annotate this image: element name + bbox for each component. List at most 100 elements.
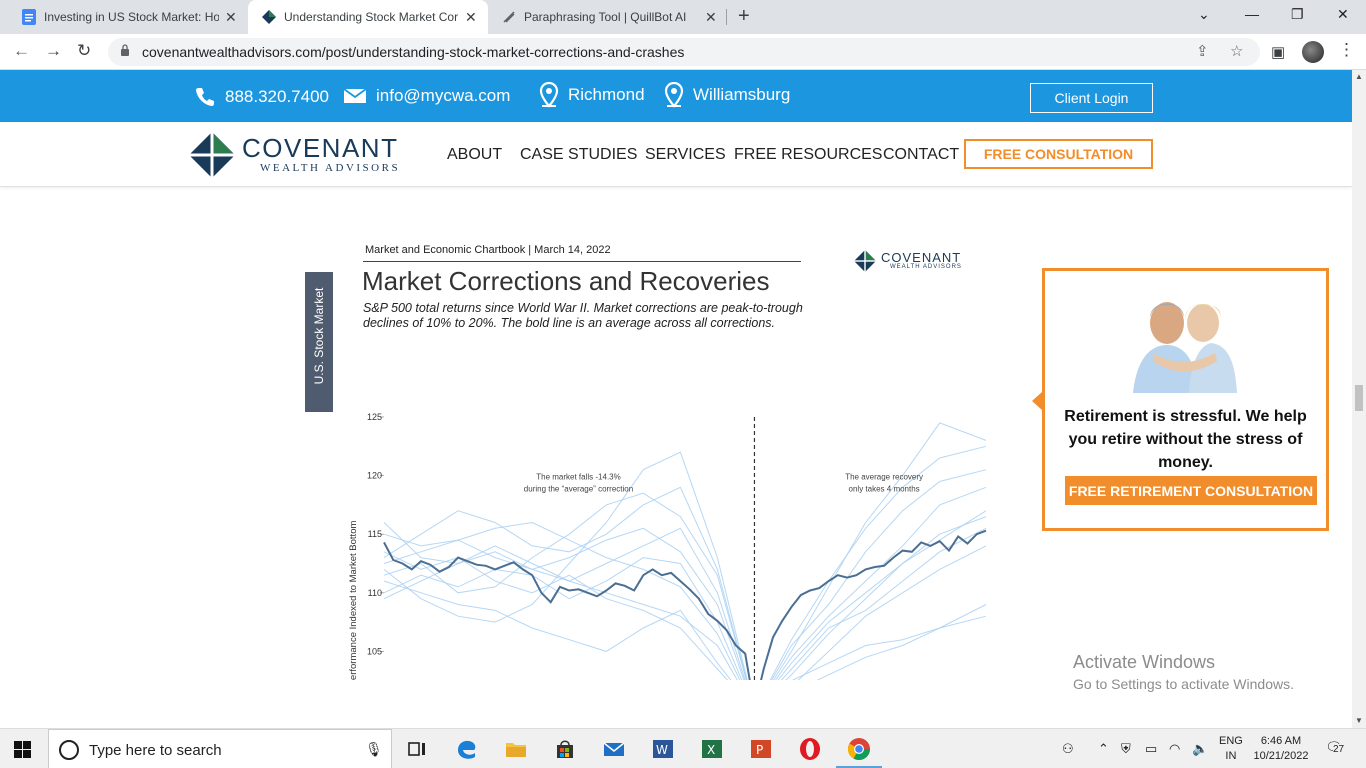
scroll-down-icon[interactable]: ▼ bbox=[1355, 716, 1363, 725]
chart-annotation: The market falls -14.3% bbox=[536, 473, 620, 482]
taskbar-search[interactable]: Type here to search 🎙 bbox=[48, 729, 392, 768]
retirement-promo-card: Retirement is stressful. We help you ret… bbox=[1042, 268, 1329, 531]
tab-search-icon[interactable]: ⌄ bbox=[1198, 6, 1210, 23]
map-pin-icon bbox=[664, 82, 684, 108]
menu-kebab-icon[interactable]: ⋮ bbox=[1338, 40, 1355, 60]
system-clock[interactable]: 6:46 AM 10/21/2022 bbox=[1250, 734, 1312, 764]
close-icon[interactable]: ✕ bbox=[225, 9, 237, 26]
correction-series-line bbox=[383, 527, 987, 680]
tab-covenant[interactable]: Understanding Stock Market Cor ✕ bbox=[248, 0, 488, 34]
windows-start-icon[interactable] bbox=[14, 741, 31, 758]
forward-icon[interactable]: → bbox=[45, 41, 62, 61]
bookmark-star-icon[interactable]: ☆ bbox=[1230, 42, 1243, 60]
minimize-icon[interactable]: — bbox=[1245, 6, 1259, 22]
tab-title: Paraphrasing Tool | QuillBot AI bbox=[524, 10, 687, 24]
store-icon[interactable] bbox=[552, 736, 578, 762]
watermark-title: Activate Windows bbox=[1073, 652, 1216, 672]
screen: Investing in US Stock Market: Ho ✕ Under… bbox=[0, 0, 1366, 768]
logo-name: COVENANT bbox=[242, 133, 399, 163]
map-pin-icon bbox=[539, 82, 559, 108]
correction-series-line bbox=[383, 469, 987, 680]
email-address: info@mycwa.com bbox=[376, 86, 511, 105]
watermark-subtitle: Go to Settings to activate Windows. bbox=[1073, 676, 1294, 692]
svg-text:P: P bbox=[756, 743, 763, 757]
opera-icon[interactable] bbox=[797, 736, 823, 762]
activate-windows-watermark: Activate Windows Go to Settings to activ… bbox=[1073, 652, 1294, 692]
nav-case-studies[interactable]: CASE STUDIES bbox=[520, 146, 637, 164]
tray-chevron-icon[interactable]: ⌃ bbox=[1098, 741, 1109, 757]
close-icon[interactable]: ✕ bbox=[465, 9, 477, 26]
new-tab-icon[interactable]: + bbox=[738, 5, 750, 28]
phone-link[interactable]: 888.320.7400 bbox=[194, 86, 329, 108]
tab-separator bbox=[726, 9, 727, 25]
phone-number: 888.320.7400 bbox=[225, 87, 329, 106]
nav-about[interactable]: ABOUT bbox=[447, 146, 502, 164]
security-icon[interactable]: ⛨ bbox=[1121, 741, 1131, 757]
y-tick-label: 120 bbox=[367, 471, 382, 481]
chrome-icon[interactable] bbox=[846, 736, 872, 762]
volume-icon[interactable]: 🔈 bbox=[1192, 741, 1208, 757]
web-page: 888.320.7400 info@mycwa.com Richmond Wil… bbox=[0, 70, 1352, 728]
logo-subtitle: WEALTH ADVISORS bbox=[260, 162, 401, 174]
y-tick-label: 125 bbox=[367, 412, 382, 422]
wifi-icon[interactable]: ◠ bbox=[1169, 741, 1180, 757]
lock-icon bbox=[121, 44, 129, 56]
task-view-icon[interactable] bbox=[404, 736, 430, 762]
microphone-icon[interactable]: 🎙 bbox=[365, 741, 383, 758]
location-label: Williamsburg bbox=[693, 85, 791, 104]
nav-contact[interactable]: CONTACT bbox=[883, 146, 959, 164]
file-explorer-icon[interactable] bbox=[503, 736, 529, 762]
email-link[interactable]: info@mycwa.com bbox=[343, 86, 510, 106]
windows-taskbar: Type here to search 🎙 W X P ⚇ ⌃ ⛨ ▭ ◠ 🔈 … bbox=[0, 728, 1366, 768]
scroll-thumb[interactable] bbox=[1355, 385, 1363, 411]
covenant-logo[interactable]: COVENANT WEALTH ADVISORS bbox=[189, 131, 414, 179]
address-bar[interactable]: covenantwealthadvisors.com/post/understa… bbox=[108, 38, 1260, 66]
y-axis-label: Performance Indexed to Market Bottom bbox=[348, 521, 359, 680]
scroll-up-icon[interactable]: ▲ bbox=[1355, 72, 1363, 81]
correction-series-line bbox=[383, 580, 987, 680]
profile-avatar[interactable] bbox=[1302, 41, 1324, 63]
main-navigation: COVENANT WEALTH ADVISORS ABOUT CASE STUD… bbox=[0, 122, 1352, 187]
language-indicator[interactable]: ENG IN bbox=[1219, 734, 1243, 764]
covenant-favicon bbox=[262, 10, 276, 24]
phone-icon bbox=[196, 88, 214, 106]
excel-icon[interactable]: X bbox=[699, 736, 725, 762]
y-tick-label: 115 bbox=[368, 529, 382, 539]
clock-time: 6:46 AM bbox=[1260, 735, 1302, 747]
diamond-logo-icon bbox=[189, 132, 235, 178]
tab-quillbot[interactable]: Paraphrasing Tool | QuillBot AI ✕ bbox=[488, 0, 728, 34]
mail-icon[interactable] bbox=[601, 736, 627, 762]
nav-free-resources[interactable]: FREE RESOURCES bbox=[734, 146, 882, 164]
chart-annotation: The average recovery bbox=[845, 473, 923, 482]
y-tick-label: 110 bbox=[368, 588, 382, 598]
nav-services[interactable]: SERVICES bbox=[645, 146, 726, 164]
docs-icon bbox=[22, 9, 36, 25]
battery-icon[interactable]: ▭ bbox=[1145, 741, 1157, 757]
correction-series-line bbox=[383, 516, 987, 680]
share-icon[interactable]: ⇪ bbox=[1196, 42, 1209, 60]
location-richmond[interactable]: Richmond bbox=[539, 82, 645, 108]
promo-message: Retirement is stressful. We help you ret… bbox=[1064, 408, 1307, 471]
tab-docs[interactable]: Investing in US Stock Market: Ho ✕ bbox=[8, 0, 248, 34]
contact-bar: 888.320.7400 info@mycwa.com Richmond Wil… bbox=[0, 70, 1352, 122]
chart-annotation: only takes 4 months bbox=[849, 484, 920, 493]
chart-figure: U.S. Stock Market Market and Economic Ch… bbox=[300, 230, 1000, 680]
page-scrollbar[interactable]: ▲ ▼ bbox=[1352, 70, 1366, 728]
url-text: covenantwealthadvisors.com/post/understa… bbox=[142, 44, 685, 60]
window-close-icon[interactable]: ✕ bbox=[1337, 6, 1349, 23]
correction-series-line bbox=[383, 545, 987, 680]
free-consultation-button[interactable]: FREE CONSULTATION bbox=[964, 139, 1153, 169]
location-williamsburg[interactable]: Williamsburg bbox=[664, 82, 790, 108]
reload-icon[interactable]: ↻ bbox=[77, 41, 91, 61]
word-icon[interactable]: W bbox=[650, 736, 676, 762]
back-icon[interactable]: ← bbox=[13, 41, 30, 61]
retired-couple-photo bbox=[1133, 302, 1237, 393]
powerpoint-icon[interactable]: P bbox=[748, 736, 774, 762]
side-panel-icon[interactable]: ▣ bbox=[1271, 43, 1285, 61]
restore-icon[interactable]: ❐ bbox=[1291, 6, 1304, 23]
edge-icon[interactable] bbox=[454, 736, 480, 762]
client-login-button[interactable]: Client Login bbox=[1030, 83, 1153, 113]
people-icon[interactable]: ⚇ bbox=[1062, 741, 1074, 757]
close-icon[interactable]: ✕ bbox=[705, 9, 717, 26]
free-retirement-consultation-button[interactable]: FREE RETIREMENT CONSULTATION bbox=[1065, 476, 1317, 505]
